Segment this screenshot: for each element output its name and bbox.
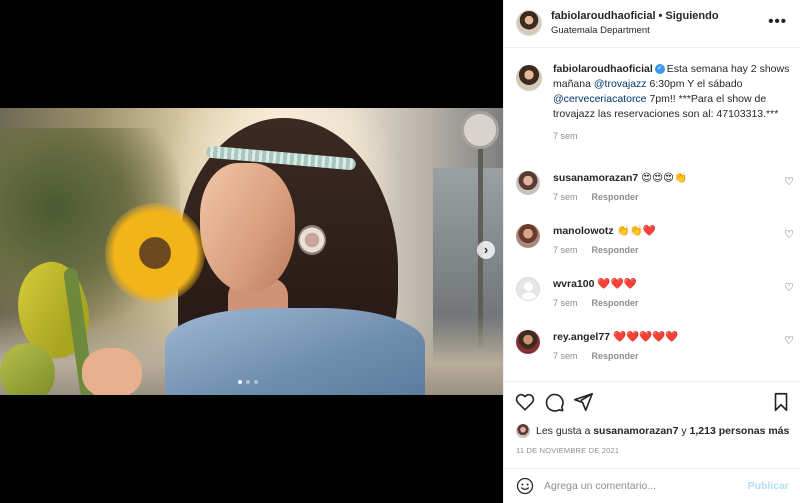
reply-button[interactable]: Responder (592, 298, 639, 308)
comment-time[interactable]: 7 sem (553, 192, 578, 202)
reply-button[interactable]: Responder (592, 192, 639, 202)
post-header: fabiolaroudhaoficial • Siguiendo Guatemala… (504, 0, 800, 48)
like-comment-heart-icon[interactable]: ♡ (784, 228, 794, 241)
mention-link[interactable]: @cerveceriacatorce (553, 93, 647, 105)
comment-time[interactable]: 7 sem (553, 245, 578, 255)
likes-summary: Les gusta a susanamorazan7 y 1,213 perso… (516, 424, 789, 438)
likes-conjunction: y (681, 424, 687, 437)
comment-time[interactable]: 7 sem (553, 351, 578, 361)
sunflower (105, 203, 205, 303)
commenter-avatar-default[interactable] (516, 277, 540, 301)
carousel-dot (254, 380, 258, 384)
separator-dot: • (658, 10, 663, 22)
like-comment-heart-icon[interactable]: ♡ (784, 281, 794, 294)
author-avatar[interactable] (516, 10, 542, 36)
post-photo[interactable] (0, 108, 503, 395)
sunflower-leaf-lower (0, 343, 55, 395)
comment-input[interactable] (544, 477, 734, 495)
comment-item: susanamorazan7 😍😍😍👏 7 sem Responder ♡ (516, 171, 796, 202)
caption-text: 6:30pm Y el sábado (646, 78, 743, 90)
comment-text: 👏👏❤️ (616, 225, 656, 237)
emoji-icon[interactable] (516, 477, 534, 495)
commenter-username[interactable]: manolowotz (553, 225, 614, 237)
liker-username[interactable]: susanamorazan7 (593, 425, 678, 437)
commenter-avatar[interactable] (516, 171, 540, 195)
more-options-icon[interactable]: ••• (768, 13, 787, 30)
mention-link[interactable]: @trovajazz (594, 78, 647, 90)
carousel-dot (246, 380, 250, 384)
denim-jacket (165, 308, 425, 395)
commenter-avatar[interactable] (516, 330, 540, 354)
street-sign (461, 111, 499, 149)
commenter-avatar[interactable] (516, 224, 540, 248)
comment-text: 😍😍😍👏 (641, 172, 688, 184)
like-comment-heart-icon[interactable]: ♡ (784, 334, 794, 347)
post-date[interactable]: 11 DE NOVIEMBRE DE 2021 (516, 446, 619, 455)
comment-text: ❤️❤️❤️❤️❤️ (612, 331, 679, 343)
comment-text: ❤️❤️❤️ (597, 278, 637, 290)
comment-bubble-icon[interactable] (543, 391, 565, 413)
comment-item: wvra100 ❤️❤️❤️ 7 sem Responder ♡ (516, 277, 796, 308)
post-panel: fabiolaroudhaoficial • Siguiendo Guatemala… (503, 0, 800, 503)
reply-button[interactable]: Responder (592, 351, 639, 361)
commenter-username[interactable]: wvra100 (553, 278, 594, 290)
author-username[interactable]: fabiolaroudhaoficial (551, 10, 656, 22)
carousel-next-icon[interactable]: › (477, 241, 495, 259)
woman-hand (82, 348, 142, 395)
save-bookmark-icon[interactable] (770, 391, 792, 413)
comment-time[interactable]: 7 sem (553, 298, 578, 308)
like-comment-heart-icon[interactable]: ♡ (784, 175, 794, 188)
woman-face (200, 163, 295, 293)
liker-avatar[interactable] (516, 424, 530, 438)
earring (298, 225, 326, 255)
verified-badge-icon: ✓ (654, 64, 665, 75)
caption-username[interactable]: fabiolaroudhaoficial (553, 63, 653, 75)
post-caption: fabiolaroudhaoficial ✓ Esta semana hay 2 s… (516, 62, 791, 141)
caption-author-avatar[interactable] (516, 65, 542, 91)
likes-count[interactable]: 1,213 personas más (690, 425, 790, 437)
comment-item: rey.angel77 ❤️❤️❤️❤️❤️ 7 sem Responder ♡ (516, 330, 796, 361)
carousel-dot-active (238, 380, 242, 384)
publish-button[interactable]: Publicar (748, 480, 789, 492)
commenter-username[interactable]: rey.angel77 (553, 331, 610, 343)
comment-item: manolowotz 👏👏❤️ 7 sem Responder ♡ (516, 224, 796, 255)
like-heart-icon[interactable] (514, 391, 536, 413)
caption-time[interactable]: 7 sem (553, 131, 791, 141)
follow-status-button[interactable]: Siguiendo (665, 10, 718, 22)
share-paper-plane-icon[interactable] (572, 391, 594, 413)
commenter-username[interactable]: susanamorazan7 (553, 172, 638, 184)
reply-button[interactable]: Responder (592, 245, 639, 255)
carousel-dots (238, 380, 258, 384)
add-comment-bar: Publicar (504, 468, 800, 502)
likes-prefix: Les gusta a (536, 424, 591, 437)
post-actions: Les gusta a susanamorazan7 y 1,213 perso… (504, 381, 800, 501)
post-media: › (0, 0, 503, 503)
post-location[interactable]: Guatemala Department (551, 25, 650, 36)
